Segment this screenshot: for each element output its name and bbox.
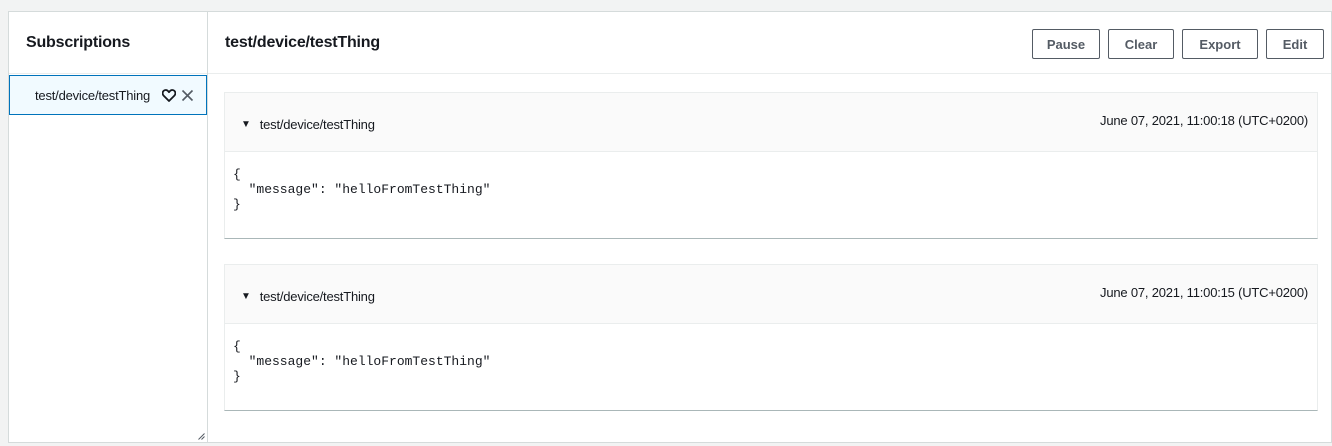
clear-button[interactable]: Clear [1108,29,1174,59]
mqtt-test-client-panel: Subscriptions test/device/testThing test… [8,11,1332,443]
messages-header: test/device/testThing Pause Clear Export… [208,12,1331,74]
resize-handle-icon[interactable] [198,433,205,440]
message-toggle[interactable]: ▼ test/device/testThing [241,117,375,132]
close-icon[interactable] [180,88,194,102]
caret-down-icon: ▼ [241,291,251,302]
message-card-header[interactable]: ▼ test/device/testThing June 07, 2021, 1… [225,265,1317,324]
message-card: ▼ test/device/testThing June 07, 2021, 1… [224,92,1318,239]
caret-down-icon: ▼ [241,119,251,130]
pause-button[interactable]: Pause [1032,29,1100,59]
message-topic: test/device/testThing [259,117,375,132]
subscriptions-title: Subscriptions [9,12,207,74]
toolbar: Pause Clear Export Edit [1032,29,1324,59]
message-timestamp: June 07, 2021, 11:00:18 (UTC+0200) [1100,113,1308,128]
message-timestamp: June 07, 2021, 11:00:15 (UTC+0200) [1100,285,1308,300]
heart-icon[interactable] [162,88,177,102]
export-button[interactable]: Export [1182,29,1258,59]
subscription-item-label: test/device/testThing [35,87,151,103]
message-payload: { "message": "helloFromTestThing" } [233,339,491,384]
message-toggle[interactable]: ▼ test/device/testThing [241,289,375,304]
topic-title: test/device/testThing [225,33,380,51]
messages-panel: test/device/testThing Pause Clear Export… [208,12,1331,442]
message-topic: test/device/testThing [259,289,375,304]
edit-button[interactable]: Edit [1266,29,1324,59]
message-payload: { "message": "helloFromTestThing" } [233,167,491,212]
message-card: ▼ test/device/testThing June 07, 2021, 1… [224,264,1318,411]
subscription-item[interactable]: test/device/testThing [9,75,207,115]
message-card-header[interactable]: ▼ test/device/testThing June 07, 2021, 1… [225,93,1317,152]
subscriptions-sidebar: Subscriptions test/device/testThing [9,12,208,442]
